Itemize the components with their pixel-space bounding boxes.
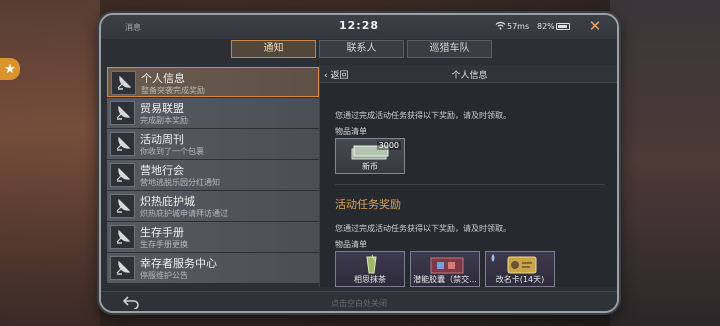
reward-notice: 您通过完成活动任务获得以下奖励，请及时领取。: [335, 111, 511, 120]
message-item-survival-handbook[interactable]: 生存手册 生存手册更换: [107, 222, 319, 252]
reward-notice: 您通过完成活动任务获得以下奖励，请及时领取。: [335, 224, 511, 233]
reward-item-card[interactable]: 改名卡(14天): [485, 251, 555, 287]
tab-hunting-convoy[interactable]: 巡猎车队: [407, 40, 492, 58]
message-title: 活动周刊: [140, 133, 184, 146]
satellite-dish-icon: [110, 163, 135, 187]
message-subtitle: 完成副本奖励: [140, 116, 188, 125]
divider: [335, 184, 605, 185]
capsule-box-icon: [430, 257, 464, 274]
message-title: 生存手册: [140, 226, 184, 239]
message-list: 个人信息 整备突袭完成奖励 贸易联盟 完成副本奖励 活动周刊 你收到了一个包裹 …: [107, 67, 319, 289]
message-subtitle: 营地逃脱乐园分红通知: [140, 178, 220, 187]
rename-card-icon: [507, 256, 537, 274]
message-title: 贸易联盟: [140, 102, 184, 115]
item-name: 潜能胶囊（禁交...: [413, 275, 477, 284]
message-item-personal-info[interactable]: 个人信息 整备突袭完成奖励: [107, 67, 319, 97]
item-name: 新币: [362, 162, 378, 171]
star-badge-icon[interactable]: ★: [0, 58, 20, 80]
phone-message-panel: 消息 12:28 57ms 82% ✕ 通知 联系人 巡猎车队 个人信息 整备突…: [99, 13, 619, 313]
tab-bar: 通知 联系人 巡猎车队: [231, 40, 492, 58]
wifi-icon: [495, 21, 506, 33]
message-detail-pane: ‹ 返回 个人信息 您通过完成活动任务获得以下奖励，请及时领取。 物品清单 30…: [319, 65, 617, 287]
message-subtitle: 生存手册更换: [140, 240, 188, 249]
message-item-blazing-shelter[interactable]: 炽热庇护城 炽热庇护城申请拜访通过: [107, 191, 319, 221]
battery-icon: [556, 23, 570, 30]
satellite-dish-icon: [110, 132, 135, 156]
message-subtitle: 你收到了一个包裹: [140, 147, 204, 156]
message-title: 幸存者服务中心: [140, 257, 217, 270]
water-drop-icon: [491, 254, 495, 262]
reward-item-card[interactable]: 3000 新币: [335, 138, 405, 174]
close-hint: 点击空白处关闭: [331, 299, 387, 308]
message-subtitle: 炽热庇护城申请拜访通过: [140, 209, 228, 218]
matcha-drink-icon: [366, 255, 377, 274]
satellite-dish-icon: [110, 101, 135, 125]
bottom-bar: 点击空白处关闭: [101, 291, 617, 311]
item-name: 改名卡(14天): [495, 275, 545, 284]
section-title-event-rewards: 活动任务奖励: [335, 198, 401, 211]
background-right-scene: [610, 0, 720, 326]
satellite-dish-icon: [110, 256, 135, 280]
item-name: 相思抹茶: [354, 275, 386, 284]
reward-item-card[interactable]: 相思抹茶: [335, 251, 405, 287]
message-item-survivor-service[interactable]: 幸存者服务中心 停服维护公告: [107, 253, 319, 283]
background-left-scene: [0, 0, 100, 326]
message-item-camp-guild[interactable]: 营地行会 营地逃脱乐园分红通知: [107, 160, 319, 190]
detail-header: ‹ 返回 个人信息: [320, 65, 617, 83]
message-subtitle: 停服维护公告: [140, 271, 188, 280]
message-title: 炽热庇护城: [140, 195, 195, 208]
close-button[interactable]: ✕: [586, 17, 604, 35]
tab-contacts[interactable]: 联系人: [319, 40, 404, 58]
item-quantity: 3000: [376, 141, 401, 150]
detail-title: 个人信息: [451, 71, 488, 81]
satellite-dish-icon: [110, 225, 135, 249]
message-item-trade-alliance[interactable]: 贸易联盟 完成副本奖励: [107, 98, 319, 128]
message-subtitle: 整备突袭完成奖励: [141, 86, 205, 95]
satellite-dish-icon: [110, 194, 135, 218]
item-list-label: 物品清单: [335, 127, 367, 136]
message-title: 个人信息: [141, 72, 185, 85]
tab-notifications[interactable]: 通知: [231, 40, 316, 58]
item-list-label: 物品清单: [335, 240, 367, 249]
message-item-weekly-events[interactable]: 活动周刊 你收到了一个包裹: [107, 129, 319, 159]
reward-item-card[interactable]: 潜能胶囊（禁交...: [410, 251, 480, 287]
status-bar: 消息 12:28 57ms 82% ✕: [101, 15, 617, 39]
satellite-dish-icon: [111, 71, 136, 95]
network-ping: 57ms: [507, 22, 530, 31]
message-title: 营地行会: [140, 164, 184, 177]
battery-percent: 82%: [537, 22, 555, 31]
